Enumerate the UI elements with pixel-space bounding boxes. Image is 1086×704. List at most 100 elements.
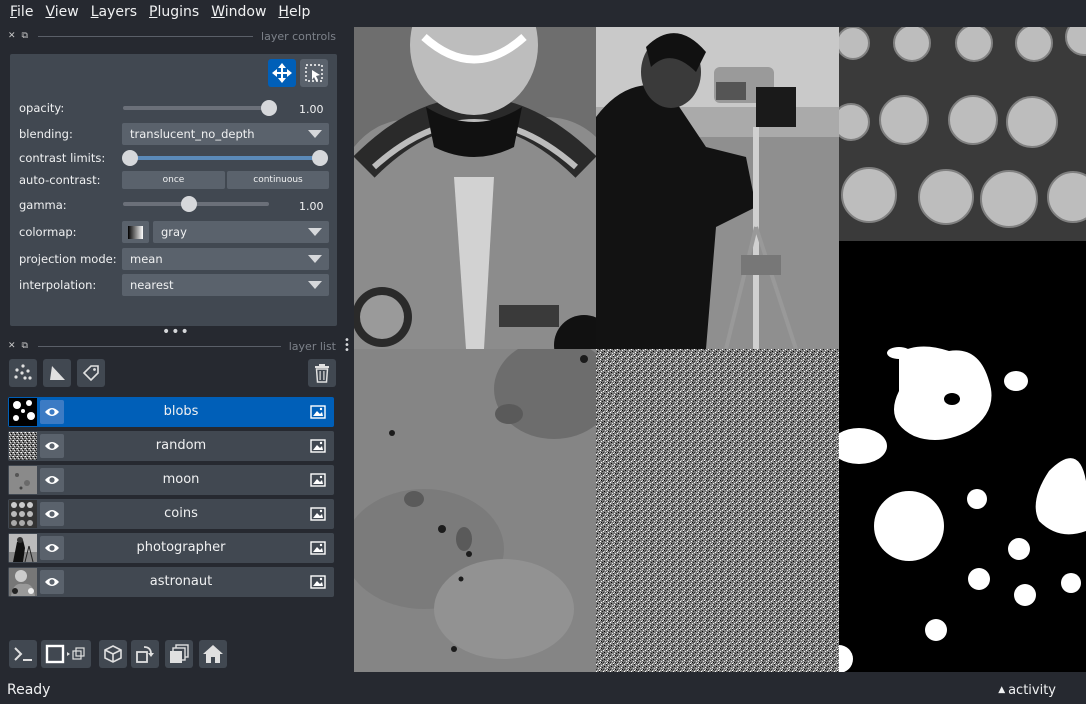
visibility-toggle[interactable] xyxy=(40,400,64,424)
image-layer-icon xyxy=(310,473,326,487)
visibility-toggle[interactable] xyxy=(40,434,64,458)
dock-close-icon[interactable]: ✕ xyxy=(8,341,16,351)
layer-name[interactable]: coins xyxy=(68,499,294,529)
viewer-canvas[interactable] xyxy=(354,27,1086,672)
menu-file[interactable]: File xyxy=(4,0,39,24)
auto-contrast-once-button[interactable]: once xyxy=(122,171,225,189)
menu-view[interactable]: View xyxy=(39,0,84,24)
menu-plugins[interactable]: Plugins xyxy=(143,0,205,24)
layer-row-astronaut[interactable]: astronaut xyxy=(8,567,334,597)
colormap-combobox[interactable]: gray xyxy=(153,221,329,243)
shapes-icon xyxy=(50,366,65,380)
continuous-label: continuous xyxy=(253,175,303,185)
visibility-toggle[interactable] xyxy=(40,468,64,492)
layer-thumbnail-random xyxy=(9,432,37,460)
auto-contrast-continuous-button[interactable]: continuous xyxy=(227,171,329,189)
dock-splitter-handle[interactable]: • • • xyxy=(344,336,350,356)
interpolation-combobox[interactable]: nearest xyxy=(122,274,329,296)
menu-view-rest: iew xyxy=(54,4,79,20)
menu-window-rest: indow xyxy=(224,4,267,20)
delete-layer-button[interactable] xyxy=(308,359,336,387)
visibility-toggle[interactable] xyxy=(40,502,64,526)
transform-icon xyxy=(305,64,323,82)
layer-row-photographer[interactable]: photographer xyxy=(8,533,334,563)
image-layer-icon xyxy=(310,507,326,521)
layer-row-coins[interactable]: coins xyxy=(8,499,334,529)
image-layer-icon xyxy=(310,575,326,589)
eye-icon xyxy=(45,476,59,484)
chevron-down-icon xyxy=(308,255,322,263)
layer-thumbnail-astronaut xyxy=(9,568,37,596)
grid-mode-button[interactable] xyxy=(165,640,193,668)
auto-contrast-label: auto-contrast: xyxy=(19,173,101,187)
layer-name[interactable]: photographer xyxy=(68,533,294,563)
visibility-toggle[interactable] xyxy=(40,570,64,594)
contrast-max-handle[interactable] xyxy=(312,150,328,166)
layer-row-blobs[interactable]: blobs xyxy=(8,397,334,427)
moon-image xyxy=(354,349,596,672)
menu-help[interactable]: Help xyxy=(272,0,316,24)
activity-label: activity xyxy=(1008,683,1056,698)
eye-icon xyxy=(45,510,59,518)
menu-layers-rest: ayers xyxy=(98,4,138,20)
layer-thumbnail-photographer xyxy=(9,534,37,562)
roll-dimensions-button[interactable] xyxy=(99,640,127,668)
contrast-min-handle[interactable] xyxy=(122,150,138,166)
dock-float-icon[interactable]: ⧉ xyxy=(22,31,28,41)
contrast-range-track[interactable] xyxy=(130,156,320,160)
menu-layers[interactable]: Layers xyxy=(85,0,143,24)
blending-combobox[interactable]: translucent_no_depth xyxy=(122,123,329,145)
menu-view-mnemonic: V xyxy=(45,4,55,20)
layer-name[interactable]: moon xyxy=(68,465,294,495)
layer-controls-titlebar: ✕ ⧉ layer controls xyxy=(8,26,336,46)
layer-row-moon[interactable]: moon xyxy=(8,465,334,495)
layer-name[interactable]: astronaut xyxy=(68,567,294,597)
menu-layers-mnemonic: L xyxy=(90,4,99,20)
new-labels-layer-button[interactable] xyxy=(77,359,105,387)
menu-file-mnemonic: F xyxy=(10,4,18,20)
console-icon xyxy=(14,647,32,661)
opacity-slider-handle[interactable] xyxy=(261,100,277,116)
menu-bar: File View Layers Plugins Window Help xyxy=(0,0,1086,24)
image-layer-icon xyxy=(310,541,326,555)
layer-name[interactable]: blobs xyxy=(68,397,294,427)
dock-close-icon[interactable]: ✕ xyxy=(8,31,16,41)
opacity-value: 1.00 xyxy=(299,103,324,116)
transform-button[interactable] xyxy=(300,59,328,87)
new-points-layer-button[interactable] xyxy=(9,359,37,387)
trash-icon xyxy=(315,364,329,383)
points-icon xyxy=(14,364,32,380)
eye-icon xyxy=(45,442,59,450)
colormap-value: gray xyxy=(161,225,187,239)
visibility-toggle[interactable] xyxy=(40,536,64,560)
photographer-image xyxy=(596,27,839,349)
status-bar: Ready ▲ activity xyxy=(0,676,1086,704)
gamma-slider-handle[interactable] xyxy=(180,196,197,212)
new-shapes-layer-button[interactable] xyxy=(43,359,71,387)
eye-icon xyxy=(45,578,59,586)
activity-button[interactable]: ▲ activity xyxy=(998,683,1056,698)
opacity-slider-track[interactable] xyxy=(123,106,269,110)
transpose-dimensions-button[interactable] xyxy=(131,640,159,668)
gamma-label: gamma: xyxy=(19,198,67,212)
layer-list-titlebar: ✕ ⧉ layer list xyxy=(8,336,336,356)
reset-view-button[interactable] xyxy=(199,640,227,668)
projection-mode-label: projection mode: xyxy=(19,252,117,266)
layer-row-random[interactable]: random xyxy=(8,431,334,461)
projection-mode-combobox[interactable]: mean xyxy=(122,248,329,270)
opacity-label: opacity: xyxy=(19,101,65,115)
blending-value: translucent_no_depth xyxy=(130,127,255,141)
dock-float-icon[interactable]: ⧉ xyxy=(22,341,28,351)
console-button[interactable] xyxy=(9,640,37,668)
menu-window[interactable]: Window xyxy=(205,0,272,24)
layer-thumbnail-blobs xyxy=(9,398,37,426)
colormap-preview xyxy=(122,221,149,243)
blobs-image xyxy=(839,241,1086,672)
layer-thumbnail-coins xyxy=(9,500,37,528)
blending-label: blending: xyxy=(19,127,73,141)
ndisplay-toggle-button[interactable] xyxy=(41,640,91,668)
pan-zoom-button[interactable] xyxy=(268,59,296,87)
random-noise-image xyxy=(596,349,839,672)
image-layer-icon xyxy=(310,405,326,419)
layer-name[interactable]: random xyxy=(68,431,294,461)
